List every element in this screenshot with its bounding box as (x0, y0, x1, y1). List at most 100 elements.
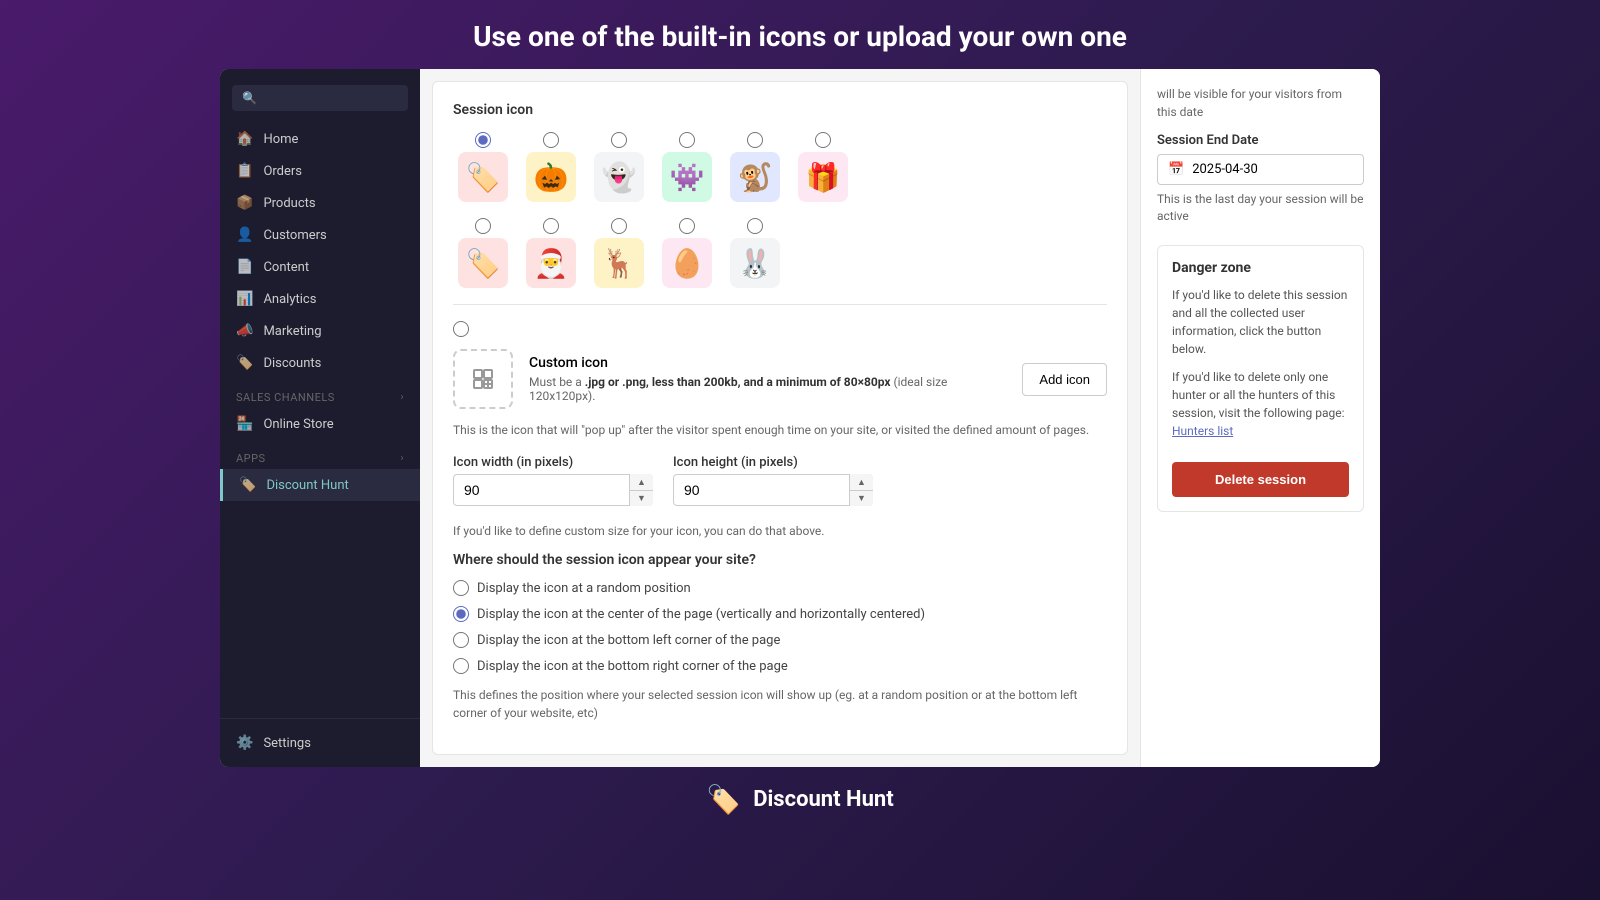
icon-height-up[interactable]: ▲ (850, 474, 873, 491)
footer-icon: 🏷️ (706, 783, 741, 816)
marketing-icon: 📣 (236, 323, 253, 339)
page-title: Use one of the built-in icons or upload … (0, 0, 1600, 69)
add-icon-button[interactable]: Add icon (1022, 363, 1107, 396)
icon-cell-11: 🐰 (725, 218, 785, 288)
icon-height-spinners: ▲ ▼ (849, 474, 873, 506)
position-question: Where should the session icon appear you… (453, 552, 1107, 568)
position-radio-1[interactable] (453, 580, 469, 596)
icon-img-10[interactable]: 🥚 (662, 238, 712, 288)
custom-icon-radio-row (453, 321, 1107, 337)
sidebar-item-customers[interactable]: 👤 Customers (220, 219, 420, 251)
icon-img-6[interactable]: 🎁 (798, 152, 848, 202)
icon-width-down[interactable]: ▼ (630, 491, 653, 507)
delete-session-button[interactable]: Delete session (1172, 462, 1349, 497)
position-label-3: Display the icon at the bottom left corn… (477, 633, 780, 648)
position-label-2: Display the icon at the center of the pa… (477, 607, 925, 622)
custom-icon-radio[interactable] (453, 321, 469, 337)
icon-img-8[interactable]: 🎅 (526, 238, 576, 288)
icon-grid: 🏷️ 🎃 👻 👾 (453, 132, 1107, 202)
icon-cell-6: 🎁 (793, 132, 853, 202)
icon-radio-5[interactable] (747, 132, 763, 148)
custom-icon-desc: Must be a .jpg or .png, less than 200kb,… (529, 375, 1006, 403)
position-option-2[interactable]: Display the icon at the center of the pa… (453, 606, 1107, 622)
icon-radio-1[interactable] (475, 132, 491, 148)
sidebar-item-label: Content (263, 260, 309, 275)
sidebar-item-products[interactable]: 📦 Products (220, 187, 420, 219)
sidebar-item-label: Settings (263, 736, 310, 751)
icon-img-7[interactable]: 🏷️ (458, 238, 508, 288)
footer-label: Discount Hunt (753, 787, 894, 812)
position-radio-2[interactable] (453, 606, 469, 622)
icon-radio-3[interactable] (611, 132, 627, 148)
icon-img-3[interactable]: 👻 (594, 152, 644, 202)
size-hint: If you'd like to define custom size for … (453, 522, 1107, 540)
icon-height-label: Icon height (in pixels) (673, 455, 873, 470)
icon-radio-10[interactable] (679, 218, 695, 234)
calendar-icon: 📅 (1168, 162, 1184, 177)
sidebar-item-analytics[interactable]: 📊 Analytics (220, 283, 420, 315)
popup-info: This is the icon that will "pop up" afte… (453, 421, 1107, 439)
apps-section: Apps › (220, 440, 420, 469)
position-option-3[interactable]: Display the icon at the bottom left corn… (453, 632, 1107, 648)
sidebar-search[interactable]: 🔍 (232, 85, 408, 111)
icon-width-up[interactable]: ▲ (630, 474, 653, 491)
icon-radio-2[interactable] (543, 132, 559, 148)
content-icon: 📄 (236, 259, 253, 275)
position-radio-3[interactable] (453, 632, 469, 648)
sidebar-item-orders[interactable]: 📋 Orders (220, 155, 420, 187)
sidebar-item-discount-hunt[interactable]: 🏷️ Discount Hunt (220, 469, 420, 501)
icon-height-input[interactable] (673, 474, 873, 506)
icon-radio-6[interactable] (815, 132, 831, 148)
icon-width-input[interactable] (453, 474, 653, 506)
sidebar-item-online-store[interactable]: 🏪 Online Store (220, 408, 420, 440)
sidebar-item-label: Customers (263, 228, 326, 243)
position-label-4: Display the icon at the bottom right cor… (477, 659, 788, 674)
icon-width-field: Icon width (in pixels) ▲ ▼ (453, 455, 653, 506)
icon-radio-9[interactable] (611, 218, 627, 234)
settings-icon: ⚙️ (236, 735, 253, 751)
sidebar-item-label: Products (263, 196, 315, 211)
icon-height-input-wrap: ▲ ▼ (673, 474, 873, 506)
icon-radio-11[interactable] (747, 218, 763, 234)
analytics-icon: 📊 (236, 291, 253, 307)
icon-img-1[interactable]: 🏷️ (458, 152, 508, 202)
icon-height-down[interactable]: ▼ (850, 491, 873, 507)
icon-img-5[interactable]: 🐒 (730, 152, 780, 202)
custom-icon-box[interactable] (453, 349, 513, 409)
sidebar-item-settings[interactable]: ⚙️ Settings (220, 727, 420, 759)
danger-text-2-before: If you'd like to delete only one hunter … (1172, 370, 1345, 420)
icon-radio-4[interactable] (679, 132, 695, 148)
position-option-4[interactable]: Display the icon at the bottom right cor… (453, 658, 1107, 674)
sidebar-item-discounts[interactable]: 🏷️ Discounts (220, 347, 420, 379)
icon-radio-7[interactable] (475, 218, 491, 234)
danger-zone: Danger zone If you'd like to delete this… (1157, 245, 1364, 512)
sidebar-item-home[interactable]: 🏠 Home (220, 123, 420, 155)
main-content: Session icon 🏷️ 🎃 👻 (420, 69, 1140, 767)
hunters-list-link[interactable]: Hunters list (1172, 424, 1233, 438)
sidebar-item-marketing[interactable]: 📣 Marketing (220, 315, 420, 347)
session-date-section: will be visible for your visitors from t… (1157, 85, 1364, 225)
icon-img-11[interactable]: 🐰 (730, 238, 780, 288)
icon-radio-8[interactable] (543, 218, 559, 234)
icon-cell-7: 🏷️ (453, 218, 513, 288)
session-end-date-field[interactable]: 📅 2025-04-30 (1157, 154, 1364, 185)
home-icon: 🏠 (236, 131, 253, 147)
position-option-1[interactable]: Display the icon at a random position (453, 580, 1107, 596)
icon-cell-4: 👾 (657, 132, 717, 202)
footer: 🏷️ Discount Hunt (690, 767, 909, 832)
icon-width-spinners: ▲ ▼ (629, 474, 653, 506)
icon-width-label: Icon width (in pixels) (453, 455, 653, 470)
visible-text: will be visible for your visitors from t… (1157, 85, 1364, 121)
custom-icon-title: Custom icon (529, 355, 1006, 371)
discount-hunt-icon: 🏷️ (239, 477, 256, 493)
icon-cell-9: 🦌 (589, 218, 649, 288)
session-icon-label: Session icon (453, 102, 1107, 118)
chevron-right-icon: › (400, 392, 404, 403)
position-radio-4[interactable] (453, 658, 469, 674)
icon-img-4[interactable]: 👾 (662, 152, 712, 202)
sidebar-item-content[interactable]: 📄 Content (220, 251, 420, 283)
icon-img-9[interactable]: 🦌 (594, 238, 644, 288)
icon-img-2[interactable]: 🎃 (526, 152, 576, 202)
session-end-date-value: 2025-04-30 (1192, 162, 1258, 177)
icon-cell-2: 🎃 (521, 132, 581, 202)
